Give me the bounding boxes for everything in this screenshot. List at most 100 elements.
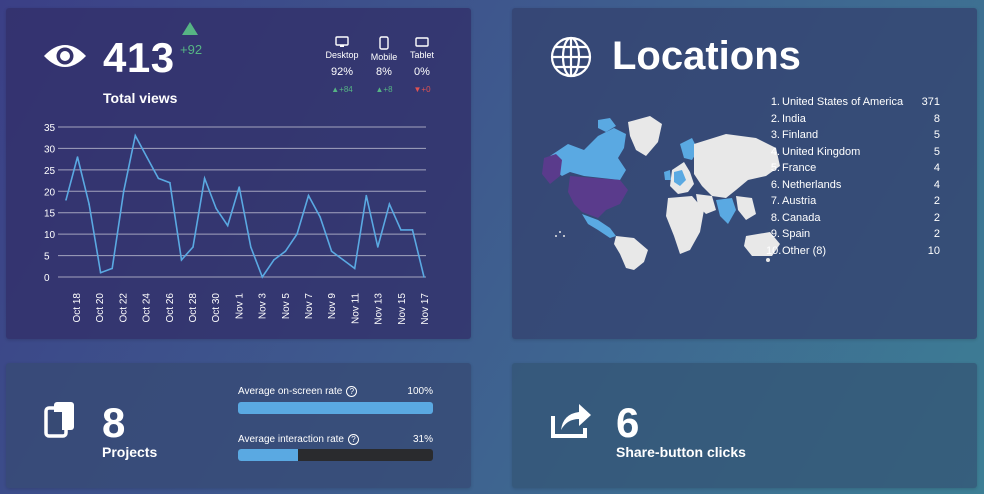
data-point [65,199,67,201]
device-pct: 0% [414,66,430,78]
world-map [542,116,780,270]
y-tick-label: 10 [44,230,56,241]
location-name: Spain [782,228,811,240]
data-point [180,259,183,261]
data-point [146,156,148,158]
location-name: Netherlands [782,178,842,191]
location-name: Finland [782,129,819,141]
location-rank: 8. [770,211,780,224]
interaction-rate-label: Average interaction rate? [238,434,359,445]
device-tablet: Tablet 0% ▼+0 [402,36,442,94]
projects-count: 8 [102,399,126,446]
location-count: 2 [933,211,940,224]
x-tick-label: Oct 26 [165,293,176,323]
x-tick-label: Nov 11 [350,293,361,324]
location-count: 371 [921,96,940,108]
share-card: 6 Share-button clicks [512,363,977,488]
views-delta: +92 [180,42,203,57]
y-tick-label: 35 [44,123,56,134]
interaction-rate-bar [238,449,433,461]
y-tick-label: 0 [44,273,50,284]
device-pct: 8% [376,66,392,78]
location-rank: 3. [770,129,780,141]
globe-icon [550,36,592,78]
location-count: 5 [933,129,940,141]
views-card: 413 +92 Total views Desktop 92% ▲+84 Mob… [6,8,471,339]
location-count: 8 [933,112,940,125]
y-tick-label: 15 [44,209,56,220]
data-point [411,229,414,231]
tablet-icon [415,37,429,47]
share-count: 6 [616,399,640,446]
device-mobile: Mobile 8% ▲+8 [364,36,404,94]
location-name: United Kingdom [782,145,861,158]
help-icon[interactable]: ? [348,434,359,445]
location-row: 8. Canada 2 [766,212,940,228]
device-name: Tablet [409,50,435,60]
location-name: United States of America [782,96,904,108]
location-count: 4 [933,162,940,174]
share-label: Share-button clicks [616,444,746,460]
device-name: Desktop [325,50,359,60]
location-row: 3. Finland 5 [766,129,940,145]
x-tick-label: Oct 18 [72,293,83,323]
data-point [157,177,160,180]
x-tick-label: Nov 9 [327,293,338,320]
location-rank: 2. [770,112,780,125]
projects-label: Projects [102,444,158,460]
location-row: 10. Other (8) 10 [766,245,940,261]
x-tick-label: Nov 5 [281,293,292,320]
data-point [226,224,229,227]
data-point [273,259,275,261]
x-tick-label: Oct 24 [142,293,153,323]
interaction-rate-value: 31% [412,434,433,445]
location-count: 4 [933,178,940,191]
location-rank: 1. [770,96,780,108]
views-label: Total views [103,90,178,106]
onscreen-rate-fill [238,402,433,414]
x-tick-label: Oct 22 [118,293,129,323]
location-name: Other (8) [782,244,827,257]
data-point [238,186,241,188]
data-point [249,246,252,248]
interaction-rate-fill [238,449,299,461]
location-name: Austria [782,195,817,207]
x-tick-label: Nov 17 [420,293,431,325]
help-icon[interactable]: ? [346,386,358,397]
share-icon [551,404,591,438]
x-tick-label: Nov 3 [258,293,269,320]
x-tick-label: Nov 13 [374,293,385,325]
x-tick-label: Oct 30 [211,293,222,323]
onscreen-rate-bar [238,402,433,414]
data-point [330,250,333,253]
device-pct: 92% [330,66,354,78]
x-tick-label: Nov 1 [234,293,245,320]
data-point [400,229,402,231]
data-point [76,156,79,158]
location-rank: 7. [770,195,780,207]
x-tick-label: Oct 28 [188,293,199,323]
location-row: 1. United States of America 371 [766,96,940,112]
views-line-chart: 0 5 10 15 20 25 30 35 Oct 18 Oct 20 Oct 22 Oct 24 Oc… [44,123,431,325]
location-row: 5. France 4 [766,162,940,178]
location-row: 6. Netherlands 4 [766,179,940,195]
data-point [319,216,321,218]
locations-card: Locations 1. United States of America 37… [512,8,977,339]
locations-title: Locations [612,34,801,78]
trend-up-icon [182,22,198,35]
desktop-icon [335,36,349,47]
onscreen-rate-value: 100% [407,386,433,397]
mobile-icon [379,36,389,50]
location-row: 7. Austria 2 [766,195,940,211]
data-point [353,267,356,270]
y-tick-label: 25 [44,166,56,177]
location-row: 2. India 8 [766,113,940,129]
device-delta: ▼+0 [413,85,431,94]
location-count: 2 [933,195,940,207]
location-row: 4. United Kingdom 5 [766,146,940,162]
data-point [192,246,194,248]
x-tick-label: Oct 20 [95,293,106,323]
data-point [365,194,368,197]
data-point [99,271,102,274]
data-point [307,194,310,197]
